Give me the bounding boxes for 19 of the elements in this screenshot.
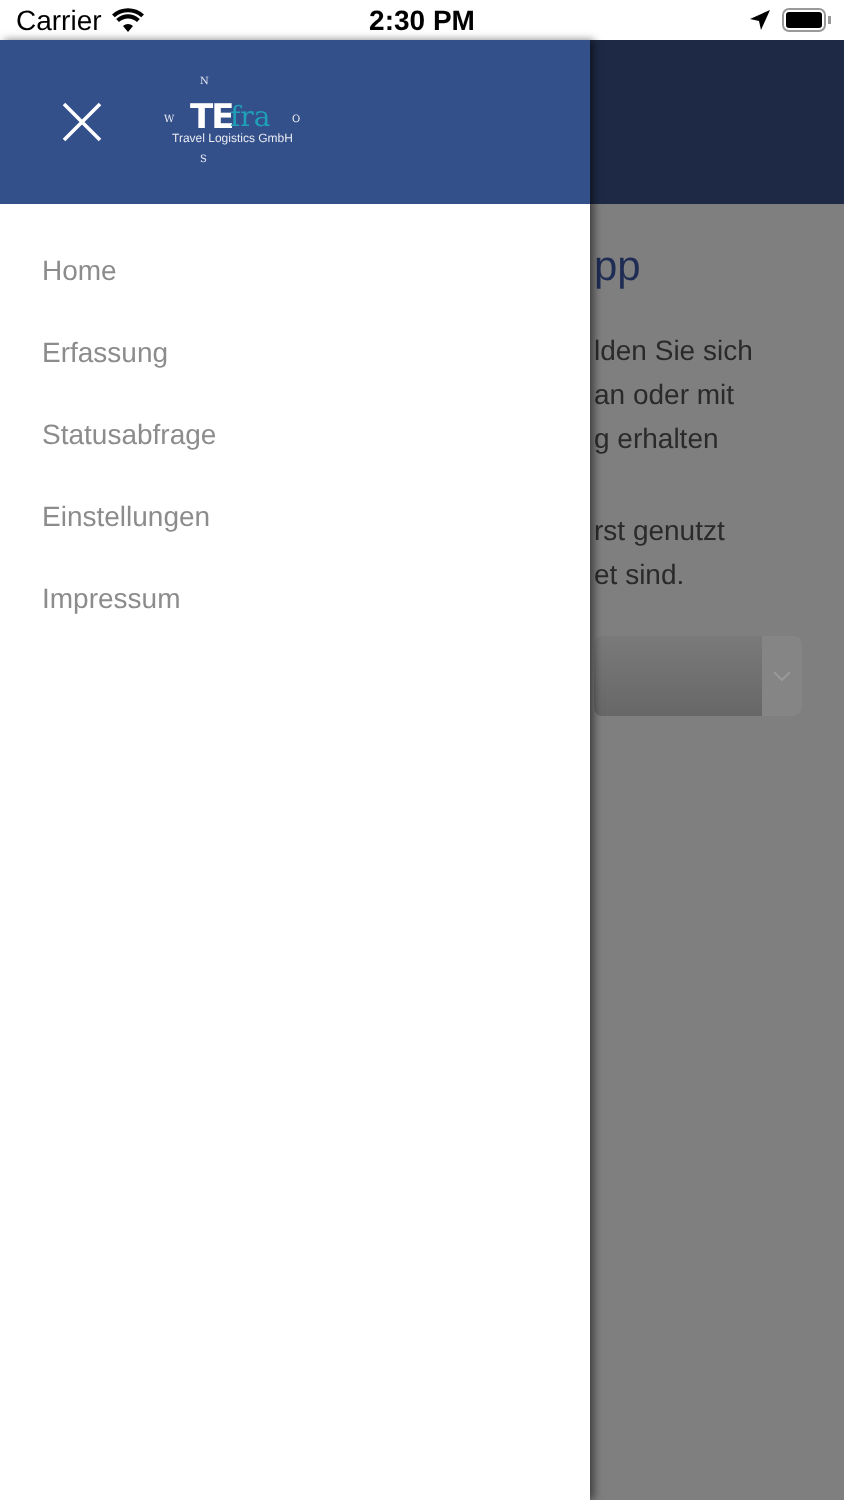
menu-item[interactable]: Erfassung bbox=[42, 310, 169, 392]
paragraph-line: lden Sie sich bbox=[594, 332, 755, 370]
close-button[interactable] bbox=[60, 100, 104, 144]
page-title: pp bbox=[594, 244, 643, 292]
carrier-label: Carrier bbox=[16, 4, 102, 36]
wifi-icon bbox=[111, 8, 144, 32]
battery-icon bbox=[782, 8, 832, 32]
menu-item[interactable]: Impressum bbox=[42, 556, 181, 638]
paragraph-line: et sind. bbox=[594, 556, 687, 594]
status-time: 2:30 PM bbox=[369, 4, 475, 36]
location-icon bbox=[750, 10, 770, 30]
menu-item[interactable]: Home bbox=[42, 228, 117, 310]
logo-accent-text: fra bbox=[230, 102, 271, 134]
menu-item[interactable]: Statusabfrage bbox=[42, 392, 217, 474]
paragraph-line: g erhalten bbox=[594, 420, 721, 458]
paragraph-line: an oder mit bbox=[594, 376, 737, 414]
dropdown-field[interactable] bbox=[594, 636, 802, 716]
paragraph-line: rst genutzt bbox=[594, 512, 727, 550]
menu-item[interactable]: Einstellungen bbox=[42, 474, 211, 556]
